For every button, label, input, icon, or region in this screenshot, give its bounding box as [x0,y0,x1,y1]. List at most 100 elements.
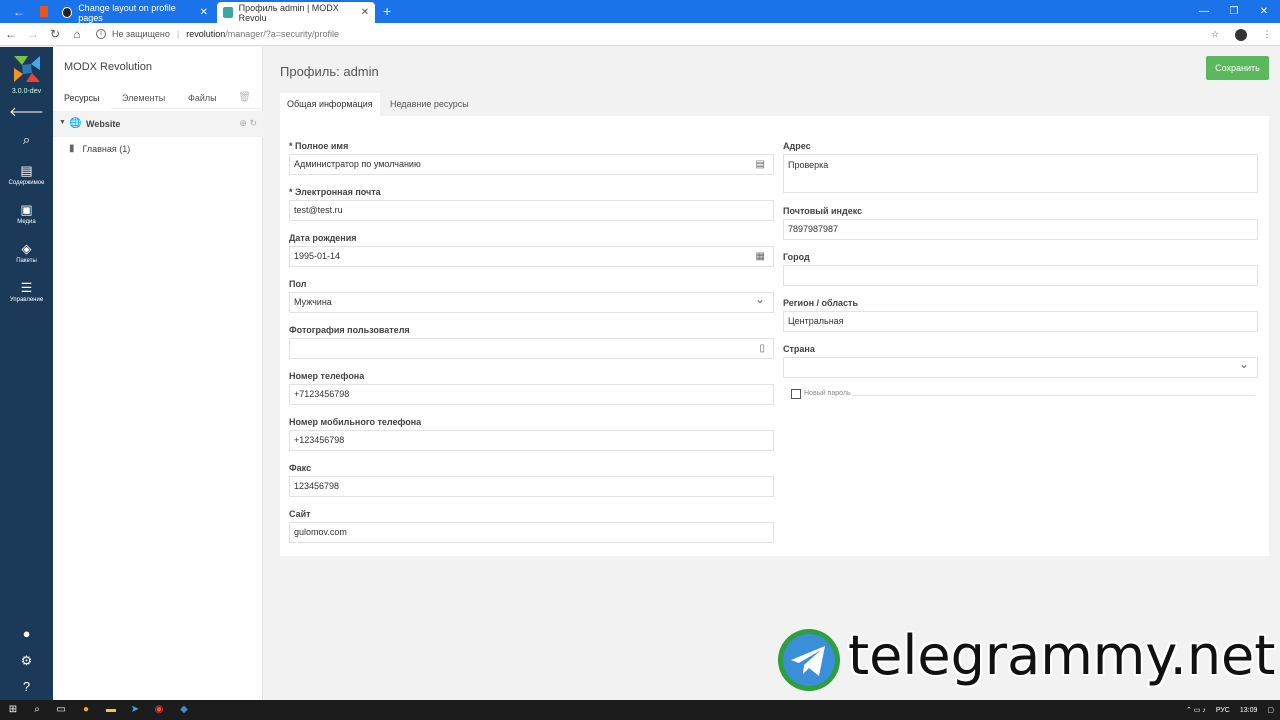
tree-tab-elements[interactable]: Элементы [111,87,176,109]
dob-label: Дата рождения [289,233,357,243]
mobile-value: +123456798 [294,435,345,445]
page-title: Профиль: admin [280,64,379,79]
address-bar: ← → ↻ ⌂ i Не защищено | revolution /mana… [0,23,1280,46]
address-value: Проверка [788,160,829,170]
refresh-icon[interactable]: ↻ [249,118,257,128]
region-input[interactable]: Центральная [783,311,1258,332]
document-icon: ▤ [20,163,33,178]
close-window-icon[interactable]: ✕ [1248,0,1280,23]
chevron-down-icon[interactable]: ⌄ [755,290,765,309]
fullname-input[interactable]: Администратор по умолчанию ▤ [289,154,774,175]
telegram-icon[interactable]: ➤ [128,703,142,717]
zip-input[interactable]: 7897987987 [783,219,1258,240]
reload-icon[interactable]: ↻ [44,27,66,41]
tree-context-row[interactable]: ▼ 🌐 Website ⊕ ↻ [53,111,263,137]
rail-settings-button[interactable]: ⚙ [0,654,53,668]
zip-label: Почтовый индекс [783,206,863,216]
rail-manage-button[interactable]: ☰ Управление [0,281,53,304]
tab-label: Профиль admin | MODX Revolu [238,2,339,23]
email-input[interactable]: test@test.ru [289,200,774,221]
close-tab-icon[interactable]: ✕ [200,7,208,18]
info-icon[interactable]: i [96,29,106,39]
resource-tree-panel: MODX Revolution Ресурсы Элементы Файлы 🗑… [53,47,263,700]
notifications-icon[interactable]: ▢ [1267,706,1274,714]
chrome-icon[interactable]: ◉ [152,703,166,717]
gender-label: Пол [289,279,307,289]
calendar-icon[interactable]: ▦ [756,247,765,266]
new-tab-icon[interactable]: + [383,3,391,19]
rail-user-button[interactable]: ● [0,627,53,641]
new-password-checkbox[interactable] [791,389,801,399]
trash-icon[interactable]: 🗑 [238,92,251,103]
tab-github[interactable]: Change layout on profile pages ✕ [56,2,214,23]
menu-dots-icon[interactable]: ⋮ [1254,29,1280,40]
tree-tab-resources[interactable]: Ресурсы [53,87,111,109]
city-input[interactable] [783,265,1258,286]
windows-start-icon[interactable]: ⊞ [6,703,20,717]
gender-select[interactable]: Мужчина ⌄ [289,292,774,313]
rail-label: Управление [9,297,44,303]
rail-content-button[interactable]: ▤ Содержимое [0,163,53,187]
watermark-text: telegrammy.net [848,624,1276,687]
profile-avatar-icon[interactable] [1228,28,1254,41]
mobile-input[interactable]: +123456798 [289,430,774,451]
modx-favicon-icon [223,7,233,18]
back-icon[interactable]: ← [0,27,22,41]
url-field[interactable]: i Не защищено | revolution /manager/?a=s… [96,29,339,39]
photo-input[interactable]: ▯ [289,338,774,359]
modx-logo-icon[interactable] [14,56,40,82]
tree-tab-files[interactable]: Файлы [177,87,228,109]
fax-input[interactable]: 123456798 [289,476,774,497]
home-icon[interactable]: ⌂ [66,27,88,41]
forward-icon[interactable]: → [22,27,44,41]
bookmark-star-icon[interactable]: ☆ [1202,29,1228,40]
minimize-icon[interactable]: — [1188,0,1220,23]
app-icon[interactable]: ● [79,703,93,717]
rail-collapse-button[interactable]: 🡐 [0,105,53,119]
language-indicator[interactable]: РУС [1216,707,1230,714]
file-icon[interactable]: ▯ [759,339,765,358]
close-tab-icon[interactable]: ✕ [361,7,369,18]
tab-back-icon[interactable]: ← [8,5,30,19]
region-label: Регион / область [783,298,859,308]
url-path: /manager/?a=security/profile [225,29,340,39]
website-input[interactable]: gulomov.com [289,522,774,543]
mobile-label: Номер мобильного телефона [289,417,422,427]
phone-input[interactable]: +7123456798 [289,384,774,405]
address-textarea[interactable]: Проверка [783,154,1258,193]
tree-node-label: Главная (1) [82,143,131,154]
fax-value: 123456798 [294,481,340,491]
rail-label: Пакеты [16,258,37,264]
tab-recent-resources[interactable]: Недавние ресурсы [383,93,476,116]
email-value: test@test.ru [294,205,343,215]
card-icon: ▤ [755,159,765,170]
add-icon[interactable]: ⊕ [239,118,247,128]
vscode-icon[interactable]: ◆ [177,703,191,717]
dob-value: 1995-01-14 [294,251,341,261]
tab-label: Change layout on profile pages [78,2,176,23]
explorer-icon[interactable]: ▬ [104,703,118,717]
pinned-tab-icon[interactable] [40,6,48,17]
rail-media-button[interactable]: ▣ Медиа [0,202,53,226]
clock[interactable]: 13:09 [1240,707,1258,714]
rail-packages-button[interactable]: ◈ Пакеты [0,242,53,265]
save-button[interactable]: Сохранить [1206,56,1269,80]
caret-down-icon[interactable]: ▼ [59,119,66,126]
tab-modx-profile[interactable]: Профиль admin | MODX Revolu ✕ [217,2,375,23]
site-brand: MODX Revolution [64,61,153,73]
dob-input[interactable]: 1995-01-14 ▦ [289,246,774,267]
tab-general-info[interactable]: Общая информация [280,93,380,116]
country-select[interactable]: ⌄ [783,357,1258,378]
website-label: Сайт [289,509,311,519]
media-icon: ▣ [20,202,33,217]
rail-help-button[interactable]: ? [0,680,53,694]
chevron-down-icon[interactable]: ⌄ [1239,355,1249,374]
rail-search-button[interactable]: ⌕ [0,133,53,147]
restore-icon[interactable]: ❐ [1218,0,1250,23]
tray-icons[interactable]: ⌃ ▭ ♪ [1186,706,1206,714]
search-icon[interactable]: ⌕ [30,703,44,717]
task-view-icon[interactable]: ▭ [54,703,68,717]
rail-label: Медиа [17,219,36,225]
tree-node-home[interactable]: ▮ Главная (1) [69,143,130,154]
search-icon: ⌕ [22,132,31,147]
